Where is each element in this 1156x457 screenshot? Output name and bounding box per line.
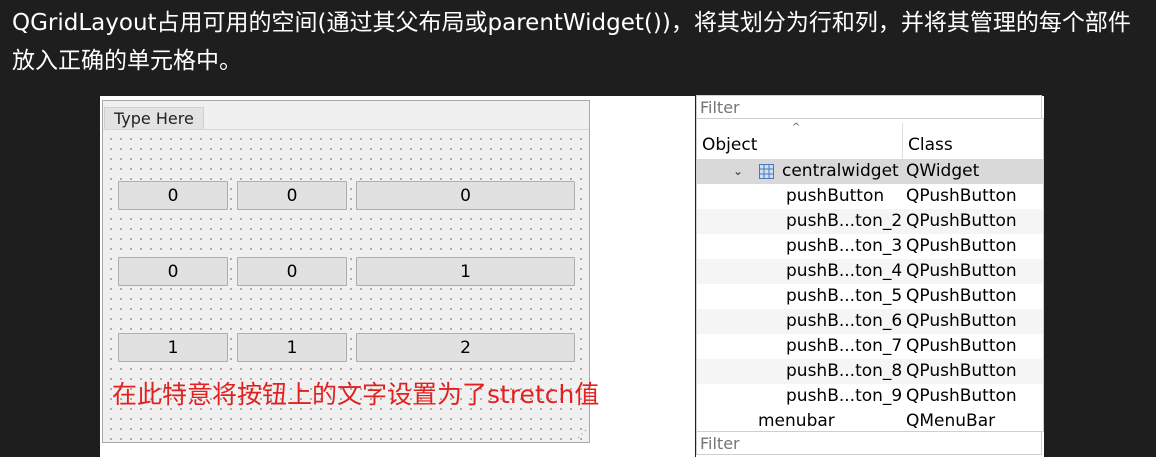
grid-button-r1c1[interactable]: 0 (237, 257, 347, 286)
tree-row[interactable]: pushB...ton_7 QPushButton (697, 334, 1043, 359)
tree-row[interactable]: pushB...ton_9 QPushButton (697, 384, 1043, 409)
grid-button-r2c2[interactable]: 2 (356, 333, 575, 362)
tree-row[interactable]: pushB...ton_4 QPushButton (697, 259, 1043, 284)
grid-button-r1c0[interactable]: 0 (118, 257, 228, 286)
stretch-annotation: 在此特意将按钮上的文字设置为了stretch值 (112, 380, 600, 409)
grid-button-r0c1[interactable]: 0 (237, 181, 347, 210)
tree-row[interactable]: pushB...ton_8 QPushButton (697, 359, 1043, 384)
tree-object-name: pushButton (786, 186, 885, 206)
chevron-down-icon[interactable]: ⌄ (733, 159, 743, 184)
column-header-object[interactable]: Object (702, 119, 902, 159)
tree-object-name: pushB...ton_2 (786, 211, 903, 231)
tree-object-name: pushB...ton_4 (786, 261, 903, 281)
tree-object-name: pushB...ton_3 (786, 236, 903, 256)
form-designer-canvas: Type Here 0 0 0 0 0 1 1 1 2 ⋰ 在此特意将按钮上的文… (100, 96, 695, 457)
tree-row[interactable]: pushB...ton_5 QPushButton (697, 284, 1043, 309)
tree-object-name: pushB...ton_7 (786, 336, 903, 356)
tree-header: ^ Object Class (697, 119, 1043, 160)
tree-class-name: QWidget (906, 161, 980, 181)
object-inspector: ^ Object Class ⌄ centralwidget QWidget p… (696, 95, 1044, 457)
menu-bar: Type Here (103, 101, 589, 130)
tree-row[interactable]: pushB...ton_3 QPushButton (697, 234, 1043, 259)
tree-class-name: QPushButton (906, 236, 1017, 256)
tree-row-menubar[interactable]: menubar QMenuBar (697, 409, 1043, 431)
tree-object-name: pushB...ton_9 (786, 386, 903, 406)
tree-object-name: centralwidget (782, 161, 899, 181)
grid-button-r1c2[interactable]: 1 (356, 257, 575, 286)
column-divider[interactable] (902, 123, 903, 159)
property-filter-input[interactable] (696, 431, 1042, 455)
tree-class-name: QPushButton (906, 361, 1017, 381)
tree-class-name: QPushButton (906, 261, 1017, 281)
grid-button-r0c2[interactable]: 0 (356, 181, 575, 210)
grid-button-r2c1[interactable]: 1 (237, 333, 347, 362)
object-filter-input[interactable] (696, 95, 1042, 119)
tree-class-name: QMenuBar (906, 411, 996, 431)
tree-row-centralwidget[interactable]: ⌄ centralwidget QWidget (697, 159, 1043, 184)
tree-class-name: QPushButton (906, 186, 1017, 206)
tree-class-name: QPushButton (906, 211, 1017, 231)
tree-object-name: menubar (758, 411, 835, 431)
tree-object-name: pushB...ton_5 (786, 286, 903, 306)
tree-class-name: QPushButton (906, 336, 1017, 356)
menu-type-here[interactable]: Type Here (104, 107, 204, 129)
grid-button-r2c0[interactable]: 1 (118, 333, 228, 362)
page-heading: QGridLayout占用可用的空间(通过其父布局或parentWidget()… (12, 10, 1131, 74)
tree-row[interactable]: pushButton QPushButton (697, 184, 1043, 209)
grid-button-r0c0[interactable]: 0 (118, 181, 228, 210)
tree-object-name: pushB...ton_8 (786, 361, 903, 381)
tree-class-name: QPushButton (906, 286, 1017, 306)
grid-layout-icon (759, 164, 774, 179)
tree-row[interactable]: pushB...ton_6 QPushButton (697, 309, 1043, 334)
tree-class-name: QPushButton (906, 311, 1017, 331)
tree-class-name: QPushButton (906, 386, 1017, 406)
tree-object-name: pushB...ton_6 (786, 311, 903, 331)
tree-row[interactable]: pushB...ton_2 QPushButton (697, 209, 1043, 234)
object-tree: ^ Object Class ⌄ centralwidget QWidget p… (696, 118, 1044, 432)
column-header-class[interactable]: Class (908, 119, 1038, 159)
resize-grip-icon[interactable]: ⋰ (577, 430, 587, 440)
